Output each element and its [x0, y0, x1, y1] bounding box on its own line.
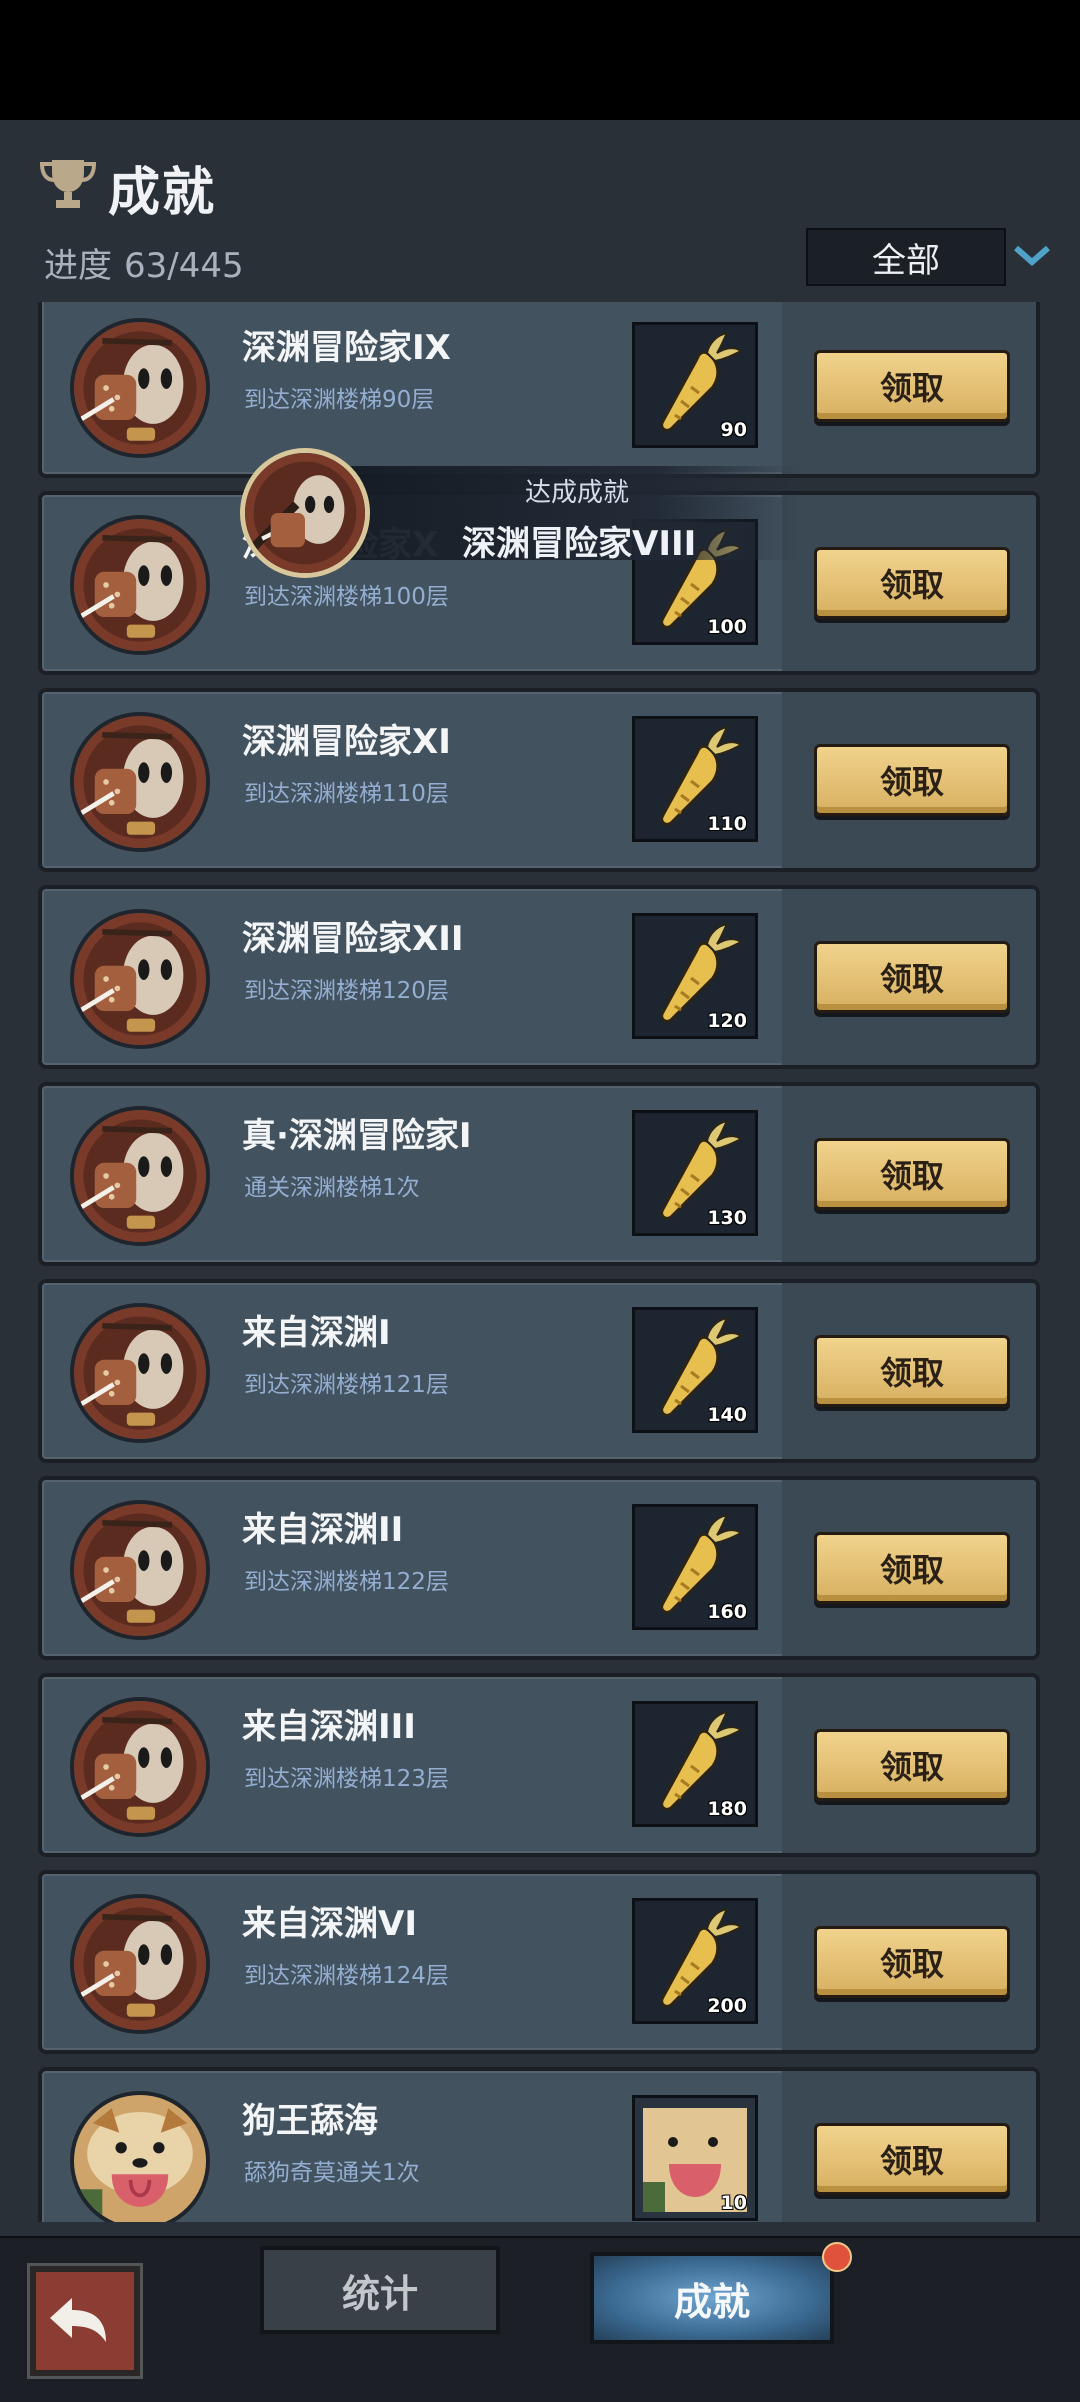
reward-count: 120 [707, 1010, 747, 1032]
claim-button[interactable]: 领取 [814, 1926, 1010, 1998]
claim-button[interactable]: 领取 [814, 1532, 1010, 1604]
achievement-description: 舔狗奇莫通关1次 [244, 2160, 420, 2186]
trophy-icon [39, 160, 97, 208]
achievement-list[interactable]: 深渊冒险家IX到达深渊楼梯90层90领取深渊冒险家X到达深渊楼梯100层100领… [0, 302, 1080, 2222]
achievement-title: 深渊冒险家XI [242, 722, 451, 762]
achievement-description: 到达深渊楼梯123层 [244, 1766, 449, 1792]
achievement-description: 到达深渊楼梯110层 [244, 781, 449, 807]
achievement-avatar [70, 909, 210, 1049]
reward-item[interactable]: 10 [632, 2095, 758, 2221]
masked-adventurer-icon [74, 322, 206, 454]
progress-value: 63/445 [124, 246, 244, 286]
achievement-title: 来自深渊II [242, 1510, 404, 1550]
reward-item[interactable]: 180 [632, 1701, 758, 1827]
back-button[interactable] [30, 2266, 140, 2376]
toast-achievement-name: 深渊冒险家VIII [462, 524, 697, 564]
achievement-avatar [70, 318, 210, 458]
achievement-avatar [70, 1303, 210, 1443]
reward-item[interactable]: 160 [632, 1504, 758, 1630]
masked-adventurer-icon [74, 1701, 206, 1833]
achievement-card: 深渊冒险家XII 到达深渊楼梯120层 120 领取 [38, 885, 1040, 1069]
masked-adventurer-icon [74, 1898, 206, 2030]
achievement-title: 深渊冒险家XII [242, 919, 464, 959]
reward-count: 200 [707, 1995, 747, 2017]
achievement-title: 真·深渊冒险家I [242, 1116, 472, 1156]
achievement-description: 到达深渊楼梯122层 [244, 1569, 449, 1595]
progress-label: 进度 [44, 246, 112, 286]
page-title: 成就 [108, 163, 217, 223]
claim-button[interactable]: 领取 [814, 2123, 1010, 2195]
masked-adventurer-icon [74, 1504, 206, 1636]
achievement-card: 来自深渊I 到达深渊楼梯121层 140 领取 [38, 1279, 1040, 1463]
reward-item[interactable]: 130 [632, 1110, 758, 1236]
claim-button[interactable]: 领取 [814, 1335, 1010, 1407]
achievement-card: 来自深渊II 到达深渊楼梯122层 160 领取 [38, 1476, 1040, 1660]
masked-adventurer-icon [74, 1307, 206, 1439]
reward-count: 130 [707, 1207, 747, 1229]
achievement-avatar [70, 1500, 210, 1640]
achievement-card: 深渊冒险家XI 到达深渊楼梯110层 110 领取 [38, 688, 1040, 872]
notification-badge [822, 2242, 852, 2272]
filter-dropdown[interactable]: 全部 [806, 228, 1006, 286]
achievement-description: 到达深渊楼梯100层 [244, 584, 449, 610]
achievement-title: 来自深渊III [242, 1707, 416, 1747]
filter-value: 全部 [872, 240, 940, 281]
achievement-card: 来自深渊III 到达深渊楼梯123层 180 领取 [38, 1673, 1040, 1857]
achievement-card: 真·深渊冒险家I 通关深渊楼梯1次 130 领取 [38, 1082, 1040, 1266]
achievements-panel: 成就 进度63/445 全部 深渊冒险家IX到达深渊楼梯90层90领取深渊冒险家… [0, 120, 1080, 2402]
status-bar [0, 0, 1080, 120]
reward-item[interactable]: 200 [632, 1898, 758, 2024]
reward-item[interactable]: 110 [632, 716, 758, 842]
achievement-description: 到达深渊楼梯90层 [244, 387, 435, 413]
masked-adventurer-icon [74, 519, 206, 651]
claim-button[interactable]: 领取 [814, 744, 1010, 816]
claim-button[interactable]: 领取 [814, 1729, 1010, 1801]
progress-text: 进度 63/445 [44, 238, 244, 287]
achievement-avatar [70, 712, 210, 852]
reward-item[interactable]: 120 [632, 913, 758, 1039]
claim-button[interactable]: 领取 [814, 1138, 1010, 1210]
reward-count: 180 [707, 1798, 747, 1820]
reward-count: 110 [707, 813, 747, 835]
achievement-title: 来自深渊VI [242, 1904, 417, 1944]
claim-button[interactable]: 领取 [814, 547, 1010, 619]
reward-count: 160 [707, 1601, 747, 1623]
achievement-description: 到达深渊楼梯121层 [244, 1372, 449, 1398]
reward-count: 90 [720, 419, 747, 441]
bottom-bar: 统计 成就 [0, 2236, 1080, 2402]
achievement-title: 来自深渊I [242, 1313, 391, 1353]
toast-avatar [240, 448, 370, 578]
reward-item[interactable]: 90 [632, 322, 758, 448]
achievement-card: 狗王舔海舔狗奇莫通关1次 10 领取 [38, 2067, 1040, 2222]
reward-item[interactable]: 140 [632, 1307, 758, 1433]
achievement-avatar [70, 1106, 210, 1246]
achievement-title: 狗王舔海 [242, 2101, 378, 2141]
reward-count: 100 [707, 616, 747, 638]
chevron-down-icon[interactable] [1012, 240, 1052, 270]
achievement-avatar [70, 515, 210, 655]
claim-button[interactable]: 领取 [814, 350, 1010, 422]
masked-adventurer-icon [74, 1110, 206, 1242]
achievement-description: 到达深渊楼梯120层 [244, 978, 449, 1004]
masked-adventurer-icon [245, 453, 365, 573]
tab-statistics[interactable]: 统计 [260, 2246, 500, 2334]
masked-adventurer-icon [74, 913, 206, 1045]
achievement-avatar [70, 1894, 210, 2034]
achievement-unlocked-toast: 达成成就 深渊冒险家VIII [240, 448, 800, 578]
achievement-title: 深渊冒险家IX [242, 328, 451, 368]
achievement-avatar [70, 1697, 210, 1837]
tab-achievements[interactable]: 成就 [590, 2252, 834, 2344]
claim-button[interactable]: 领取 [814, 941, 1010, 1013]
achievement-description: 通关深渊楼梯1次 [244, 1175, 420, 1201]
header: 成就 进度 63/445 全部 [0, 120, 1080, 302]
shiba-dog-icon [74, 2095, 206, 2222]
achievement-card: 来自深渊VI 到达深渊楼梯124层 200 领取 [38, 1870, 1040, 2054]
reward-count: 10 [720, 2192, 747, 2214]
toast-subtitle: 达成成就 [525, 478, 630, 508]
achievement-avatar [70, 2091, 210, 2222]
reward-count: 140 [707, 1404, 747, 1426]
masked-adventurer-icon [74, 716, 206, 848]
achievement-description: 到达深渊楼梯124层 [244, 1963, 449, 1989]
back-arrow-icon [50, 2298, 106, 2342]
